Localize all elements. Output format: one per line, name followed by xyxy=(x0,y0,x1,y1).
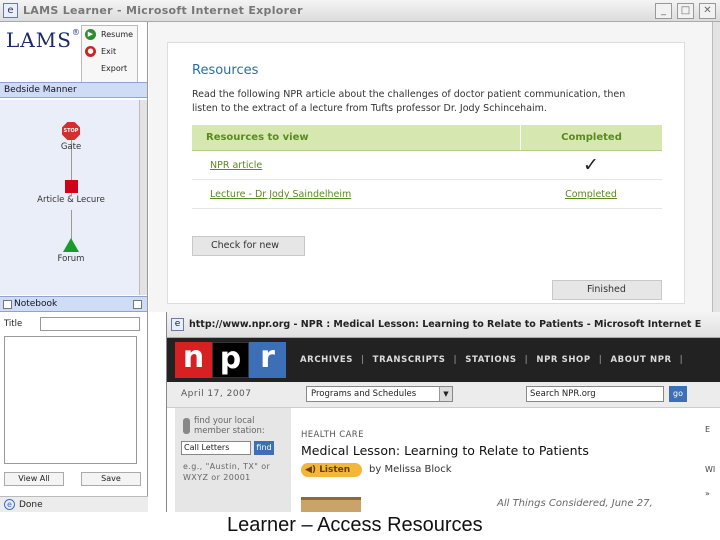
ie-status-icon: e xyxy=(4,499,15,510)
date-label: April 17, 2007 xyxy=(181,389,252,399)
sequence-title: Bedside Manner xyxy=(0,82,147,98)
lams-sidebar: LAMS® ▶ Resume ● Exit Export Bedside Manne… xyxy=(0,22,148,496)
resources-panel: Resources Read the following NPR article… xyxy=(167,42,685,304)
resume-button[interactable]: ▶ Resume xyxy=(82,26,137,43)
notebook-header: Notebook xyxy=(0,296,147,312)
table-row: NPR article ✓ xyxy=(192,151,662,180)
resource-link-npr[interactable]: NPR article xyxy=(192,151,520,179)
story-byline: by Melissa Block xyxy=(369,464,452,475)
nav-archives[interactable]: ARCHIVES xyxy=(300,355,353,365)
notebook-toggle[interactable] xyxy=(3,300,12,309)
finished-button[interactable]: Finished xyxy=(552,280,662,300)
checkmark-icon: ✓ xyxy=(583,154,599,176)
minimize-button[interactable]: _ xyxy=(655,3,672,19)
notebook-expand-icon[interactable] xyxy=(133,300,142,309)
chevron-down-icon: ▼ xyxy=(439,387,452,401)
notebook-title-input[interactable] xyxy=(40,317,140,331)
activity-gate[interactable]: STOP Gate xyxy=(16,122,126,152)
nav-npr-shop[interactable]: NPR SHOP xyxy=(536,355,590,365)
story-kicker[interactable]: HEALTH CARE xyxy=(301,430,364,440)
station-example: e.g., "Austin, TX" or WXYZ or 20001 xyxy=(183,462,271,482)
lams-logo: LAMS® xyxy=(6,28,81,52)
stop-icon: STOP xyxy=(62,122,80,140)
call-letters-input[interactable]: Call Letters xyxy=(181,441,251,455)
search-input[interactable]: Search NPR.org xyxy=(526,386,664,402)
resources-table: Resources to view Completed NPR article … xyxy=(192,125,662,209)
npr-window-title-bar: e http://www.npr.org - NPR : Medical Les… xyxy=(167,312,720,338)
more-arrow-icon[interactable]: » xyxy=(705,488,720,500)
exit-button[interactable]: ● Exit xyxy=(82,43,137,60)
maximize-button[interactable]: □ xyxy=(677,3,694,19)
activity-article-lecture[interactable]: Article & Lecure xyxy=(16,180,126,205)
npr-browser-window: e http://www.npr.org - NPR : Medical Les… xyxy=(166,312,720,518)
export-button[interactable]: Export xyxy=(82,60,137,77)
resources-description: Read the following NPR article about the… xyxy=(192,89,626,114)
story-headline: Medical Lesson: Learning to Relate to Pa… xyxy=(301,443,589,458)
resources-frame: Resources Read the following NPR article… xyxy=(149,22,720,312)
listen-button[interactable]: ◀) Listen xyxy=(301,463,362,477)
learner-controls: ▶ Resume ● Exit Export xyxy=(81,25,138,83)
exit-icon: ● xyxy=(85,46,96,57)
activity-forum[interactable]: Forum xyxy=(16,238,126,264)
window-title-bar: e LAMS Learner - Microsoft Internet Expl… xyxy=(0,0,720,22)
microphone-icon xyxy=(183,418,190,434)
current-activity-icon xyxy=(64,180,78,193)
ie-icon: e xyxy=(3,3,18,18)
view-all-button[interactable]: View All xyxy=(4,472,64,486)
progress-scrollbar[interactable] xyxy=(139,100,147,295)
title-label: Title xyxy=(4,319,23,329)
nav-stations[interactable]: STATIONS xyxy=(465,355,516,365)
npr-toolbar: April 17, 2007 Programs and Schedules ▼ … xyxy=(167,382,720,408)
npr-window-title: http://www.npr.org - NPR : Medical Lesso… xyxy=(189,319,702,330)
slide-caption: Learner – Access Resources xyxy=(0,512,720,540)
check-for-new-button[interactable]: Check for new xyxy=(192,236,305,256)
table-header: Resources to view Completed xyxy=(192,125,662,151)
resource-link-lecture[interactable]: Lecture - Dr Jody Saindelheim xyxy=(192,180,520,208)
play-icon: ▶ xyxy=(85,29,96,40)
find-button[interactable]: find xyxy=(254,441,274,455)
search-go-button[interactable]: go xyxy=(669,386,687,402)
npr-nav-bar: n p r ARCHIVES | TRANSCRIPTS | STATIONS | N… xyxy=(167,338,720,382)
completed-activity-icon xyxy=(63,238,79,252)
npr-logo[interactable]: n p r xyxy=(175,342,286,378)
programs-select[interactable]: Programs and Schedules ▼ xyxy=(306,386,453,402)
nav-transcripts[interactable]: TRANSCRIPTS xyxy=(373,355,446,365)
station-finder: find your local member station: Call Let… xyxy=(175,408,291,518)
table-row: Lecture - Dr Jody Saindelheim Completed xyxy=(192,180,662,209)
progress-map: STOP Gate Article & Lecure Forum xyxy=(0,100,140,295)
completed-status: Completed xyxy=(565,189,617,200)
save-button[interactable]: Save xyxy=(81,472,141,486)
page-title: Resources xyxy=(192,63,259,78)
email-icon[interactable]: E xyxy=(705,424,720,436)
notebook-text-area[interactable] xyxy=(4,336,137,464)
status-bar: e Done xyxy=(0,496,148,512)
ie-icon: e xyxy=(171,318,184,331)
window-title: LAMS Learner - Microsoft Internet Explor… xyxy=(23,4,303,17)
notebook-panel: Title xyxy=(4,316,140,466)
speaker-icon: ◀) xyxy=(305,465,317,475)
close-button[interactable]: ✕ xyxy=(699,3,716,19)
npr-nav-links: ARCHIVES | TRANSCRIPTS | STATIONS | NPR SHO… xyxy=(300,355,684,365)
nav-about-npr[interactable]: ABOUT NPR xyxy=(610,355,671,365)
program-label: All Things Considered, June 27, xyxy=(497,498,653,509)
content-scrollbar[interactable] xyxy=(712,22,720,312)
right-column-snippet: E WI » xyxy=(705,424,720,500)
